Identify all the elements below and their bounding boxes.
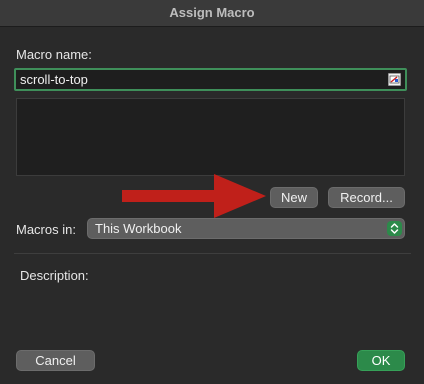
- red-arrow-icon: [122, 174, 266, 218]
- chevron-up-down-icon: [387, 221, 402, 236]
- divider: [14, 253, 411, 254]
- macro-name-value: scroll-to-top: [20, 72, 88, 87]
- new-button[interactable]: New: [270, 187, 318, 208]
- macro-name-label: Macro name:: [16, 47, 92, 62]
- assign-macro-dialog: Assign Macro Macro name: scroll-to-top N…: [0, 0, 424, 384]
- description-label: Description:: [20, 268, 89, 283]
- contact-card-icon[interactable]: [388, 73, 401, 86]
- macros-in-label: Macros in:: [16, 222, 76, 237]
- macros-in-select[interactable]: This Workbook: [87, 218, 405, 239]
- macros-in-selected-value: This Workbook: [95, 221, 182, 236]
- window-title: Assign Macro: [0, 0, 424, 27]
- ok-button[interactable]: OK: [357, 350, 405, 371]
- record-button[interactable]: Record...: [328, 187, 405, 208]
- macro-name-field[interactable]: scroll-to-top: [14, 68, 407, 91]
- macro-list[interactable]: [16, 98, 405, 176]
- cancel-button[interactable]: Cancel: [16, 350, 95, 371]
